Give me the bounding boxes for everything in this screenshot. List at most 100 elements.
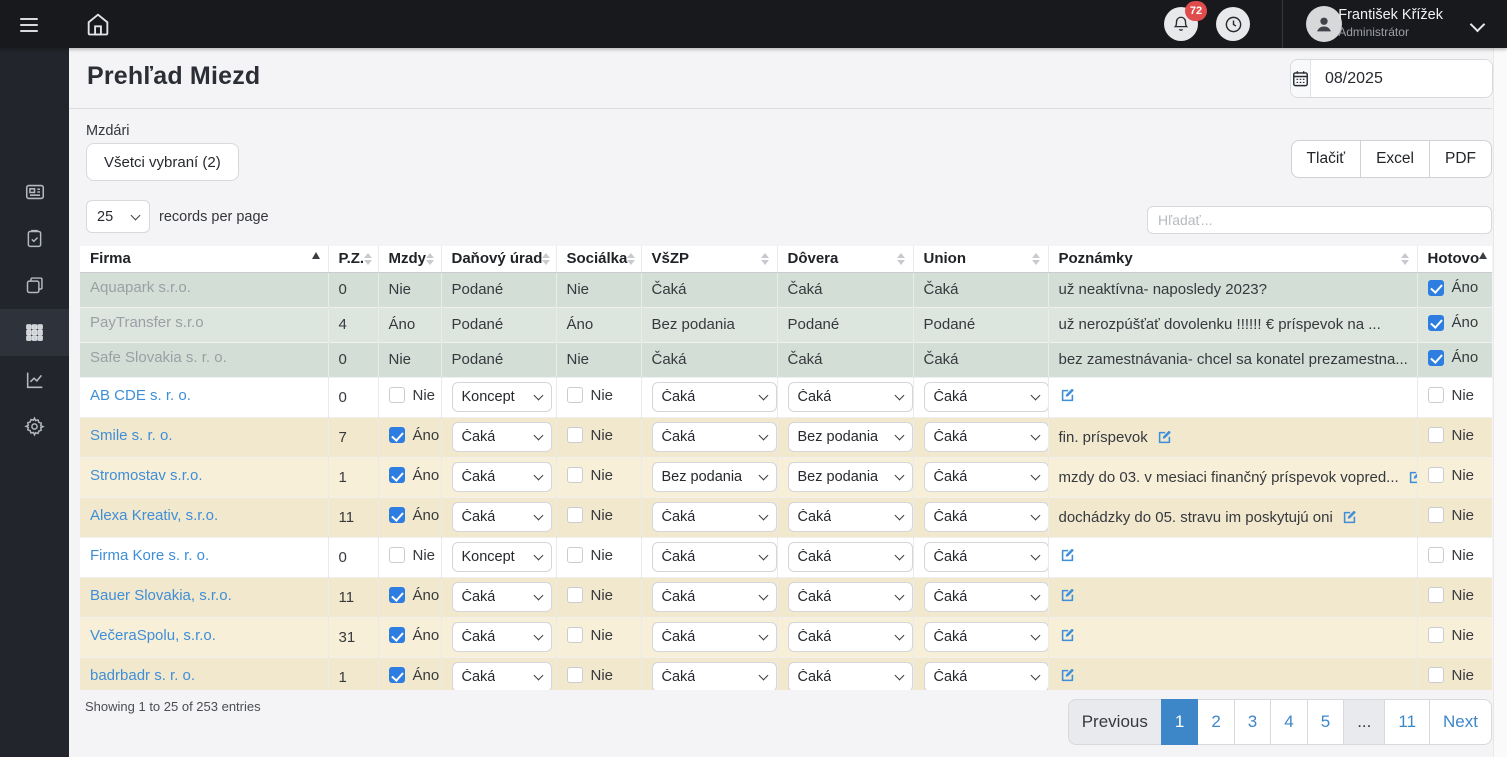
home-icon[interactable] (84, 10, 112, 38)
status-select[interactable]: Čaká (652, 422, 777, 452)
mzdy-checkbox[interactable] (389, 507, 405, 523)
pagination-previous[interactable]: Previous (1068, 699, 1162, 745)
edit-note-icon[interactable] (1059, 387, 1076, 404)
sidebar-item-copy[interactable] (0, 262, 69, 309)
hotovo-checkbox[interactable] (1428, 427, 1444, 443)
socialka-checkbox[interactable] (567, 667, 583, 683)
mzdy-checkbox[interactable] (389, 467, 405, 483)
hotovo-checkbox[interactable] (1428, 587, 1444, 603)
pagination-next[interactable]: Next (1429, 699, 1492, 745)
status-select[interactable]: Bez podania (652, 462, 777, 492)
sidebar-item-grid-active[interactable] (0, 309, 69, 356)
company-name[interactable]: Bauer Slovakia, s.r.o. (90, 587, 232, 604)
pagination-4[interactable]: 4 (1270, 699, 1307, 745)
print-button[interactable]: Tlačiť (1291, 140, 1362, 178)
mzdy-checkbox[interactable] (389, 667, 405, 683)
status-select[interactable]: Čaká (452, 462, 552, 492)
hotovo-checkbox[interactable] (1428, 387, 1444, 403)
status-select[interactable]: Čaká (452, 582, 552, 612)
period-input[interactable] (1311, 60, 1493, 97)
status-select[interactable]: Čaká (788, 662, 913, 690)
sidebar-item-settings[interactable] (0, 403, 69, 450)
column-header-hotovo[interactable]: Hotovo (1417, 246, 1492, 272)
company-name[interactable]: Smile s. r. o. (90, 427, 173, 444)
status-select[interactable]: Koncept (452, 542, 552, 572)
mzdy-checkbox[interactable] (389, 547, 405, 563)
status-select[interactable]: Čaká (788, 382, 913, 412)
status-select[interactable]: Čaká (652, 622, 777, 652)
sidebar-item-card[interactable] (0, 168, 69, 215)
hamburger-icon[interactable] (20, 14, 46, 34)
column-header-pozn-mky[interactable]: Poznámky (1048, 246, 1417, 272)
socialka-checkbox[interactable] (567, 627, 583, 643)
edit-note-icon[interactable] (1059, 547, 1076, 564)
edit-note-icon[interactable] (1059, 667, 1076, 684)
mzdy-checkbox[interactable] (389, 387, 405, 403)
edit-note-icon[interactable] (1341, 509, 1358, 526)
column-header-d-vera[interactable]: Dôvera (777, 246, 913, 272)
status-select[interactable]: Čaká (652, 542, 777, 572)
status-select[interactable]: Čaká (652, 382, 777, 412)
chevron-down-icon[interactable] (1470, 17, 1486, 33)
column-header-soci-lka[interactable]: Sociálka (556, 246, 641, 272)
company-name[interactable]: AB CDE s. r. o. (90, 387, 191, 404)
status-select[interactable]: Čaká (652, 582, 777, 612)
status-select[interactable]: Čaká (924, 582, 1049, 612)
hotovo-checkbox[interactable] (1428, 280, 1444, 296)
socialka-checkbox[interactable] (567, 547, 583, 563)
hotovo-checkbox[interactable] (1428, 627, 1444, 643)
column-header-v-zp[interactable]: VšZP (641, 246, 777, 272)
status-select[interactable]: Čaká (788, 502, 913, 532)
edit-note-icon[interactable] (1156, 429, 1173, 446)
hotovo-checkbox[interactable] (1428, 507, 1444, 523)
status-select[interactable]: Bez podania (788, 422, 913, 452)
column-header-da-ov-rad[interactable]: Daňový úrad (441, 246, 556, 272)
company-name[interactable]: badrbadr s. r. o. (90, 667, 195, 684)
hotovo-checkbox[interactable] (1428, 350, 1444, 366)
status-select[interactable]: Čaká (924, 502, 1049, 532)
hotovo-checkbox[interactable] (1428, 467, 1444, 483)
status-select[interactable]: Koncept (452, 382, 552, 412)
excel-button[interactable]: Excel (1361, 140, 1430, 178)
status-select[interactable]: Čaká (452, 662, 552, 690)
mzdy-checkbox[interactable] (389, 587, 405, 603)
search-input[interactable] (1147, 206, 1492, 234)
column-header-p-z-[interactable]: P.Z. (328, 246, 378, 272)
pagination-5[interactable]: 5 (1307, 699, 1344, 745)
company-name[interactable]: Firma Kore s. r. o. (90, 547, 209, 564)
status-select[interactable]: Čaká (652, 502, 777, 532)
page-size-select[interactable]: 25 (86, 200, 150, 233)
hotovo-checkbox[interactable] (1428, 547, 1444, 563)
socialka-checkbox[interactable] (567, 427, 583, 443)
status-select[interactable]: Čaká (924, 622, 1049, 652)
status-select[interactable]: Čaká (652, 662, 777, 690)
mzdy-checkbox[interactable] (389, 627, 405, 643)
column-header-mzdy[interactable]: Mzdy (378, 246, 441, 272)
mzdy-checkbox[interactable] (389, 427, 405, 443)
status-select[interactable]: Čaká (924, 462, 1049, 492)
pdf-button[interactable]: PDF (1430, 140, 1492, 178)
socialka-checkbox[interactable] (567, 587, 583, 603)
status-select[interactable]: Čaká (788, 582, 913, 612)
status-select[interactable]: Čaká (788, 622, 913, 652)
column-header-firma[interactable]: Firma (80, 246, 328, 272)
edit-note-icon[interactable] (1059, 587, 1076, 604)
calendar-button[interactable] (1291, 60, 1311, 97)
socialka-checkbox[interactable] (567, 467, 583, 483)
status-select[interactable]: Čaká (452, 422, 552, 452)
column-header-union[interactable]: Union (913, 246, 1048, 272)
company-name[interactable]: VečeraSpolu, s.r.o. (90, 627, 216, 644)
pagination-[interactable]: ... (1343, 699, 1385, 745)
hotovo-checkbox[interactable] (1428, 315, 1444, 331)
status-select[interactable]: Čaká (452, 622, 552, 652)
status-select[interactable]: Čaká (924, 382, 1049, 412)
hotovo-checkbox[interactable] (1428, 667, 1444, 683)
pagination-11[interactable]: 11 (1384, 699, 1430, 745)
clock-icon[interactable] (1216, 7, 1250, 41)
socialka-checkbox[interactable] (567, 507, 583, 523)
socialka-checkbox[interactable] (567, 387, 583, 403)
company-name[interactable]: Alexa Kreativ, s.r.o. (90, 507, 218, 524)
sidebar-item-chart[interactable] (0, 356, 69, 403)
status-select[interactable]: Čaká (924, 662, 1049, 690)
status-select[interactable]: Čaká (924, 542, 1049, 572)
